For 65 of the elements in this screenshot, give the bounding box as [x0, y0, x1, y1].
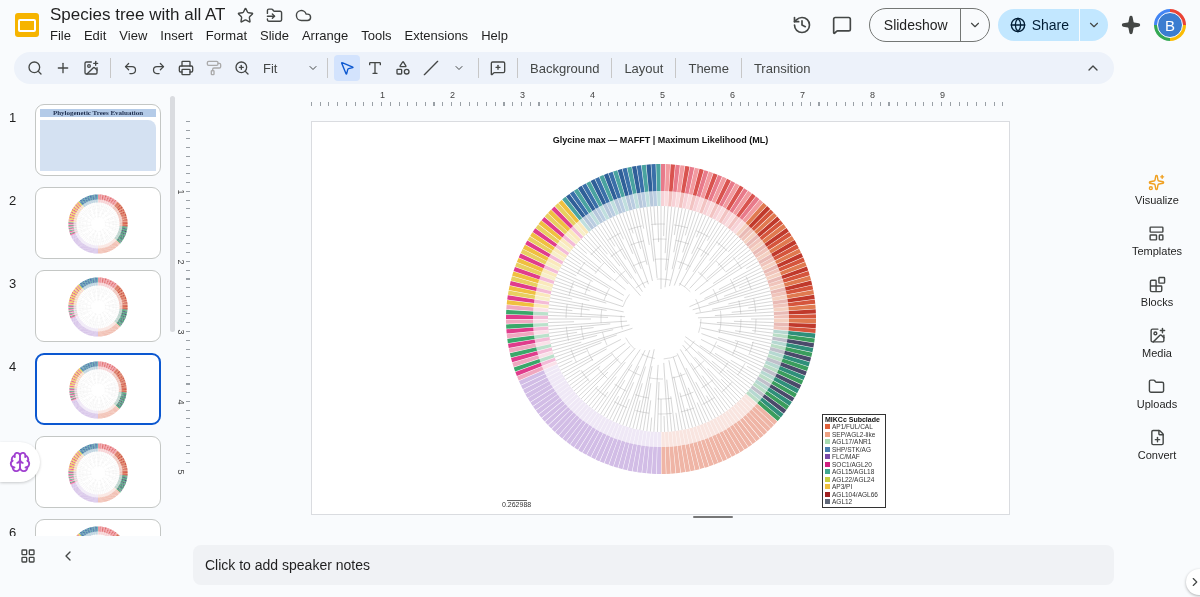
ruler-number: 5 — [660, 90, 665, 100]
ruler-number: 3 — [175, 329, 186, 335]
slide-thumbnail[interactable] — [35, 353, 161, 425]
slide-number: 4 — [8, 358, 18, 374]
tree-drawing — [68, 361, 128, 419]
ruler-number: 4 — [590, 90, 595, 100]
side-panel-button[interactable]: Uploads — [1136, 378, 1178, 416]
side-panel-button[interactable]: Blocks — [1140, 276, 1174, 314]
menu-item[interactable]: Insert — [160, 26, 199, 45]
grid-view-icon[interactable] — [20, 548, 36, 564]
side-panel-button[interactable]: Convert — [1137, 429, 1177, 467]
resize-handle[interactable] — [692, 516, 733, 518]
menu-item[interactable]: Extensions — [404, 26, 475, 45]
menu-item[interactable]: Help — [481, 26, 514, 45]
sparkles-icon — [1148, 174, 1166, 191]
ruler-number: 4 — [175, 399, 186, 405]
blocks-icon — [1148, 276, 1166, 293]
menu-item[interactable]: File — [50, 26, 77, 45]
slide-number: 1 — [8, 109, 18, 125]
menu-item[interactable]: Edit — [83, 26, 113, 45]
star-icon[interactable] — [237, 6, 255, 24]
menu-item[interactable]: Tools — [361, 26, 398, 45]
menu-item[interactable]: Arrange — [301, 26, 355, 45]
slide-title: Glycine max — MAFFT | Maximum Likelihood (ML) — [552, 135, 769, 145]
ruler-number: 8 — [870, 90, 875, 100]
brain-icon[interactable] — [0, 442, 40, 482]
toolbar-button[interactable]: Theme — [682, 55, 735, 81]
ruler-number: 2 — [175, 259, 186, 265]
convert-icon — [1148, 429, 1166, 446]
tree-drawing — [68, 194, 128, 254]
ruler-number: 3 — [520, 90, 525, 100]
ruler-number: 5 — [175, 469, 186, 475]
menu-item[interactable]: Slide — [260, 26, 295, 45]
toolbar-button[interactable]: Layout — [618, 55, 670, 81]
side-panel-button[interactable]: Media — [1142, 327, 1172, 365]
move-folder-icon[interactable] — [266, 6, 284, 24]
ruler-number: 1 — [380, 90, 385, 100]
pointer-icon[interactable] — [334, 55, 360, 81]
templates-icon — [1148, 225, 1166, 242]
avatar[interactable]: B — [1154, 9, 1186, 41]
side-panel-button[interactable]: Visualize — [1135, 174, 1179, 212]
media-icon — [1148, 327, 1166, 344]
ruler-number: 6 — [730, 90, 735, 100]
slide-number: 2 — [8, 192, 18, 208]
uploads-icon — [1148, 378, 1166, 395]
zoom-dropdown[interactable]: Fit — [257, 55, 321, 81]
ruler-number: 7 — [800, 90, 805, 100]
slide-number: 3 — [8, 275, 18, 291]
tree-drawing — [68, 277, 128, 337]
speaker-notes-field[interactable]: Click to add speaker notes — [193, 545, 1114, 585]
slide-thumbnail[interactable] — [35, 270, 161, 342]
ruler-number: 9 — [940, 90, 945, 100]
ruler-number: 2 — [450, 90, 455, 100]
toolbar-button[interactable]: Transition — [747, 55, 817, 81]
ruler-number: 1 — [175, 189, 186, 195]
side-panel-button[interactable]: Templates — [1131, 225, 1183, 263]
globe-icon — [1009, 17, 1026, 33]
slide-thumbnail[interactable] — [35, 187, 161, 259]
menu-item[interactable]: Format — [205, 26, 253, 45]
scale-bar — [506, 500, 527, 501]
menu-item[interactable]: View — [119, 26, 154, 45]
document-title[interactable]: Species tree with all AT — [50, 5, 226, 25]
slide-thumbnail[interactable] — [35, 436, 161, 508]
toolbar-button[interactable]: Background — [524, 55, 606, 81]
tree-drawing — [68, 443, 128, 503]
